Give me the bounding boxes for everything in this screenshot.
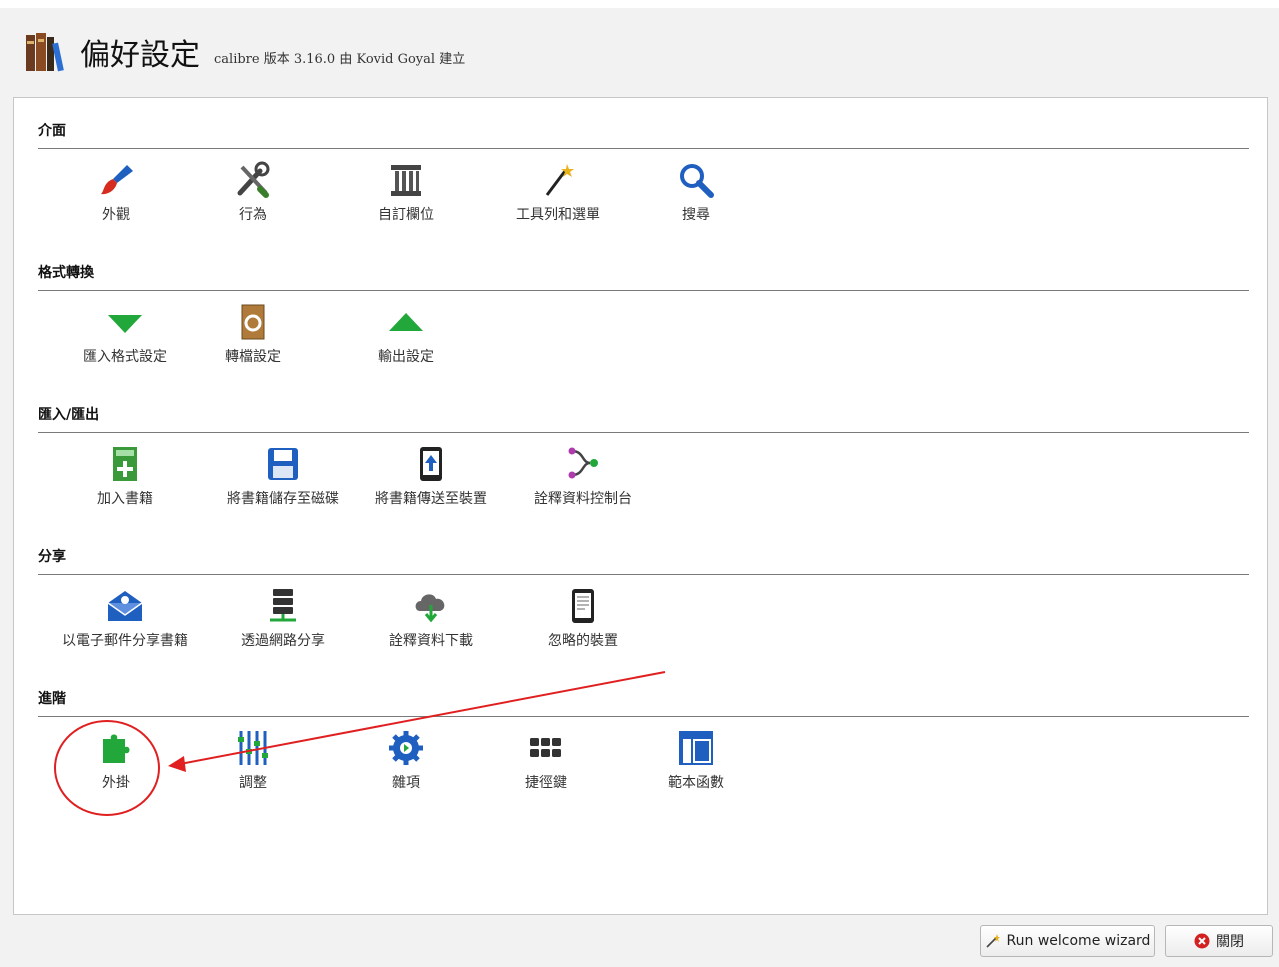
pref-item-toolbar-menus[interactable]: 工具列和選單 xyxy=(483,160,633,230)
pref-item-plugins[interactable]: 外掛 xyxy=(41,728,191,798)
section-divider xyxy=(38,148,1249,149)
convert-book-icon xyxy=(233,302,273,342)
item-label: 工具列和選單 xyxy=(516,207,600,223)
keyboard-icon xyxy=(526,728,566,768)
pref-item-shortcuts[interactable]: 捷徑鍵 xyxy=(471,728,621,798)
arrow-up-icon xyxy=(386,302,426,342)
top-band xyxy=(0,0,1279,8)
tweaks-icon xyxy=(233,728,273,768)
item-label: 詮釋資料控制台 xyxy=(534,491,632,507)
save-disk-icon xyxy=(263,444,303,484)
search-icon xyxy=(676,160,716,200)
item-label: 加入書籍 xyxy=(97,491,153,507)
section-divider xyxy=(38,432,1249,433)
preferences-window: 偏好設定 calibre 版本 3.16.0 由 Kovid Goyal 建立 … xyxy=(0,0,1279,967)
section-interface: 介面 外觀 行為 自訂欄位 工具列和選單 搜尋 xyxy=(38,98,1249,240)
run-welcome-wizard-button[interactable]: Run welcome wizard xyxy=(980,925,1155,957)
device-icon xyxy=(563,586,603,626)
magic-wand-icon xyxy=(538,160,578,200)
pref-item-common-options[interactable]: 轉檔設定 xyxy=(178,302,328,372)
item-label: 捷徑鍵 xyxy=(525,775,567,791)
item-label: 自訂欄位 xyxy=(378,207,434,223)
section-title: 匯入/匯出 xyxy=(38,407,100,423)
section-title: 進階 xyxy=(38,691,66,707)
cloud-download-icon xyxy=(411,586,451,626)
pref-item-ignored-devices[interactable]: 忽略的裝置 xyxy=(508,586,658,656)
pref-item-saving-books[interactable]: 將書籍儲存至磁碟 xyxy=(208,444,358,514)
close-button[interactable]: 關閉 xyxy=(1165,925,1273,957)
item-label: 範本函數 xyxy=(668,775,724,791)
metadata-merge-icon xyxy=(563,444,603,484)
plugin-icon xyxy=(96,728,136,768)
mail-icon xyxy=(105,586,145,626)
calibre-books-icon xyxy=(24,29,70,75)
pref-item-output-options[interactable]: 輸出設定 xyxy=(331,302,481,372)
pref-item-behavior[interactable]: 行為 xyxy=(178,160,328,230)
section-divider xyxy=(38,716,1249,717)
pref-item-miscellaneous[interactable]: 雜項 xyxy=(331,728,481,798)
server-icon xyxy=(263,586,303,626)
close-icon xyxy=(1194,933,1210,949)
pref-item-custom-columns[interactable]: 自訂欄位 xyxy=(331,160,481,230)
item-label: 外掛 xyxy=(102,775,130,791)
item-label: 調整 xyxy=(239,775,267,791)
item-label: 雜項 xyxy=(392,775,420,791)
pref-item-adding-books[interactable]: 加入書籍 xyxy=(50,444,200,514)
pref-item-sending-books[interactable]: 將書籍傳送至裝置 xyxy=(356,444,506,514)
close-label: 關閉 xyxy=(1216,934,1244,950)
header: 偏好設定 calibre 版本 3.16.0 由 Kovid Goyal 建立 xyxy=(24,28,465,76)
preferences-panel: 介面 外觀 行為 自訂欄位 工具列和選單 搜尋 格式轉換 匯入格式設定 轉檔設定… xyxy=(13,97,1268,915)
section-title: 分享 xyxy=(38,549,66,565)
item-label: 搜尋 xyxy=(682,207,710,223)
item-label: 詮釋資料下載 xyxy=(389,633,473,649)
section-advanced: 進階 外掛 調整 雜項 捷徑鍵 範本函數 xyxy=(38,666,1249,808)
template-icon xyxy=(676,728,716,768)
section-conversion: 格式轉換 匯入格式設定 轉檔設定 輸出設定 xyxy=(38,240,1249,382)
wizard-label: Run welcome wizard xyxy=(1006,933,1151,949)
item-label: 以電子郵件分享書籍 xyxy=(62,633,188,649)
arrow-down-icon xyxy=(105,302,145,342)
item-label: 輸出設定 xyxy=(378,349,434,365)
pref-item-email[interactable]: 以電子郵件分享書籍 xyxy=(50,586,200,656)
version-subtitle: calibre 版本 3.16.0 由 Kovid Goyal 建立 xyxy=(214,51,466,67)
item-label: 透過網路分享 xyxy=(241,633,325,649)
section-divider xyxy=(38,574,1249,575)
item-label: 外觀 xyxy=(102,207,130,223)
item-label: 轉檔設定 xyxy=(225,349,281,365)
gear-icon xyxy=(386,728,426,768)
item-label: 將書籍儲存至磁碟 xyxy=(227,491,339,507)
page-title: 偏好設定 xyxy=(80,38,200,73)
pref-item-look-feel[interactable]: 外觀 xyxy=(41,160,191,230)
section-title: 介面 xyxy=(38,123,66,139)
add-book-icon xyxy=(105,444,145,484)
tools-icon xyxy=(233,160,273,200)
pref-item-tweaks[interactable]: 調整 xyxy=(178,728,328,798)
section-import-export: 匯入/匯出 加入書籍 將書籍儲存至磁碟 將書籍傳送至裝置 詮釋資料控制台 xyxy=(38,382,1249,524)
item-label: 忽略的裝置 xyxy=(548,633,618,649)
pref-item-search[interactable]: 搜尋 xyxy=(621,160,771,230)
pref-item-template-functions[interactable]: 範本函數 xyxy=(621,728,771,798)
pref-item-metadata-download[interactable]: 詮釋資料下載 xyxy=(356,586,506,656)
pref-item-server[interactable]: 透過網路分享 xyxy=(208,586,358,656)
section-sharing: 分享 以電子郵件分享書籍 透過網路分享 詮釋資料下載 忽略的裝置 xyxy=(38,524,1249,666)
paintbrush-icon xyxy=(96,160,136,200)
pref-item-metadata-plugboards[interactable]: 詮釋資料控制台 xyxy=(508,444,658,514)
item-label: 將書籍傳送至裝置 xyxy=(375,491,487,507)
section-title: 格式轉換 xyxy=(38,265,94,281)
wand-icon xyxy=(985,933,1001,949)
item-label: 行為 xyxy=(239,207,267,223)
send-device-icon xyxy=(411,444,451,484)
item-label: 匯入格式設定 xyxy=(83,349,167,365)
column-icon xyxy=(386,160,426,200)
section-divider xyxy=(38,290,1249,291)
